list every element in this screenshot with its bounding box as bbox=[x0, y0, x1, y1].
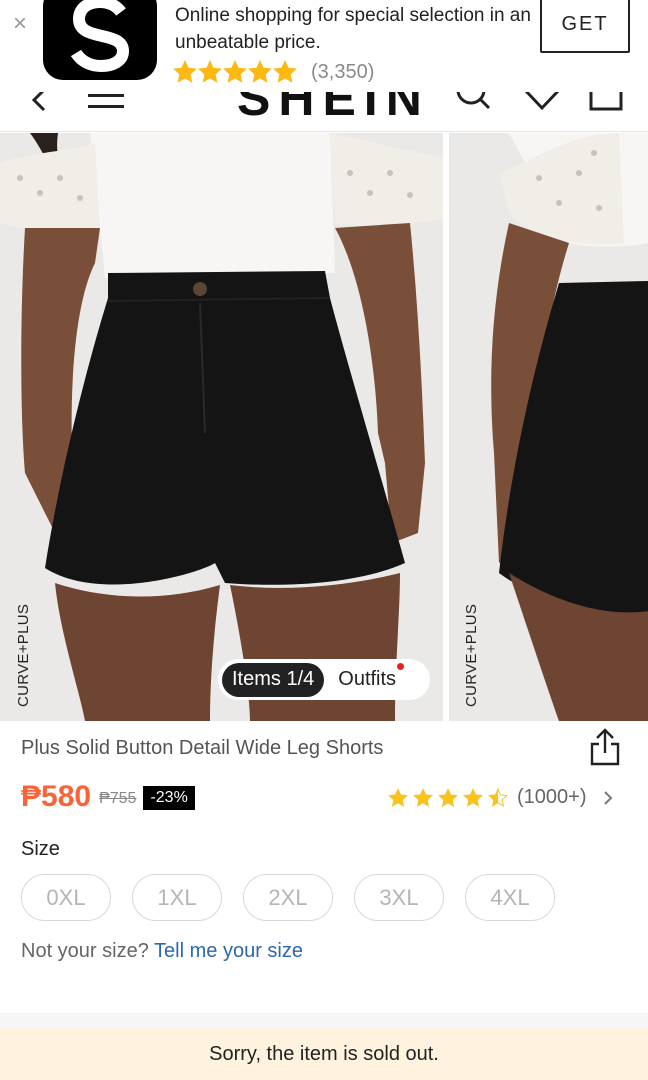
product-star-icon bbox=[388, 787, 408, 807]
current-price: ₱580 bbox=[21, 780, 92, 813]
product-rating[interactable]: (1000+) bbox=[388, 786, 613, 809]
brand-vertical-label-2: CURVE+PLUS bbox=[463, 603, 480, 707]
product-image-1[interactable]: CURVE+PLUS bbox=[0, 133, 443, 721]
product-image-gallery[interactable]: CURVE+PLUS CURVE+PLUS Items 1/4 Outfits bbox=[0, 133, 648, 721]
size-option-4xl[interactable]: 4XL bbox=[465, 874, 555, 921]
size-label: Size bbox=[21, 838, 60, 860]
banner-star-rating bbox=[173, 60, 297, 84]
product-star-icon bbox=[438, 787, 458, 807]
product-title: Plus Solid Button Detail Wide Leg Shorts bbox=[21, 737, 384, 759]
size-hint-text: Not your size? bbox=[21, 940, 149, 962]
size-option-1xl[interactable]: 1XL bbox=[132, 874, 222, 921]
notification-dot bbox=[397, 663, 405, 670]
banner-rating-count: (3,350) bbox=[311, 60, 375, 83]
size-option-0xl[interactable]: 0XL bbox=[21, 874, 111, 921]
shein-s-logo-icon bbox=[70, 0, 130, 72]
original-price: ₱755 bbox=[99, 790, 137, 807]
size-options: 0XL 1XL 2XL 3XL 4XL bbox=[21, 874, 555, 921]
product-star-icon bbox=[413, 787, 433, 807]
app-install-banner: × Online shopping for special selection … bbox=[0, 0, 648, 92]
product-star-icon bbox=[488, 787, 508, 807]
share-icon[interactable] bbox=[589, 727, 621, 767]
section-divider bbox=[0, 1013, 648, 1028]
banner-star-icon bbox=[248, 60, 272, 83]
gallery-pager: Items 1/4 Outfits bbox=[218, 659, 430, 700]
product-star-icon bbox=[463, 787, 483, 807]
chevron-right-icon bbox=[603, 790, 612, 805]
discount-badge: -23% bbox=[143, 786, 195, 810]
banner-star-icon bbox=[198, 60, 222, 83]
banner-description: Online shopping for special selection in… bbox=[175, 5, 531, 53]
tell-me-your-size-link[interactable]: Tell me your size bbox=[154, 940, 303, 962]
banner-rating: (3,350) bbox=[173, 58, 374, 86]
shein-app-icon[interactable] bbox=[43, 0, 157, 80]
get-app-button[interactable]: GET bbox=[540, 0, 630, 53]
banner-star-icon bbox=[173, 60, 197, 83]
banner-star-icon bbox=[273, 60, 297, 83]
close-banner-button[interactable]: × bbox=[8, 10, 32, 38]
size-option-3xl[interactable]: 3XL bbox=[354, 874, 444, 921]
size-hint: Not your size? Tell me your size bbox=[21, 940, 303, 963]
brand-vertical-label: CURVE+PLUS bbox=[15, 603, 32, 707]
outfits-tab-label: Outfits bbox=[338, 668, 397, 690]
review-count: (1000+) bbox=[517, 786, 587, 808]
price-row: ₱580 ₱755 -23% bbox=[21, 780, 195, 814]
items-tab[interactable]: Items 1/4 bbox=[222, 662, 325, 697]
model-photo-front bbox=[0, 133, 443, 721]
sold-out-notice: Sorry, the item is sold out. bbox=[0, 1028, 648, 1080]
product-star-rating bbox=[388, 787, 508, 808]
banner-star-icon bbox=[223, 60, 247, 83]
size-option-2xl[interactable]: 2XL bbox=[243, 874, 333, 921]
outfits-tab[interactable]: Outfits bbox=[338, 663, 405, 691]
